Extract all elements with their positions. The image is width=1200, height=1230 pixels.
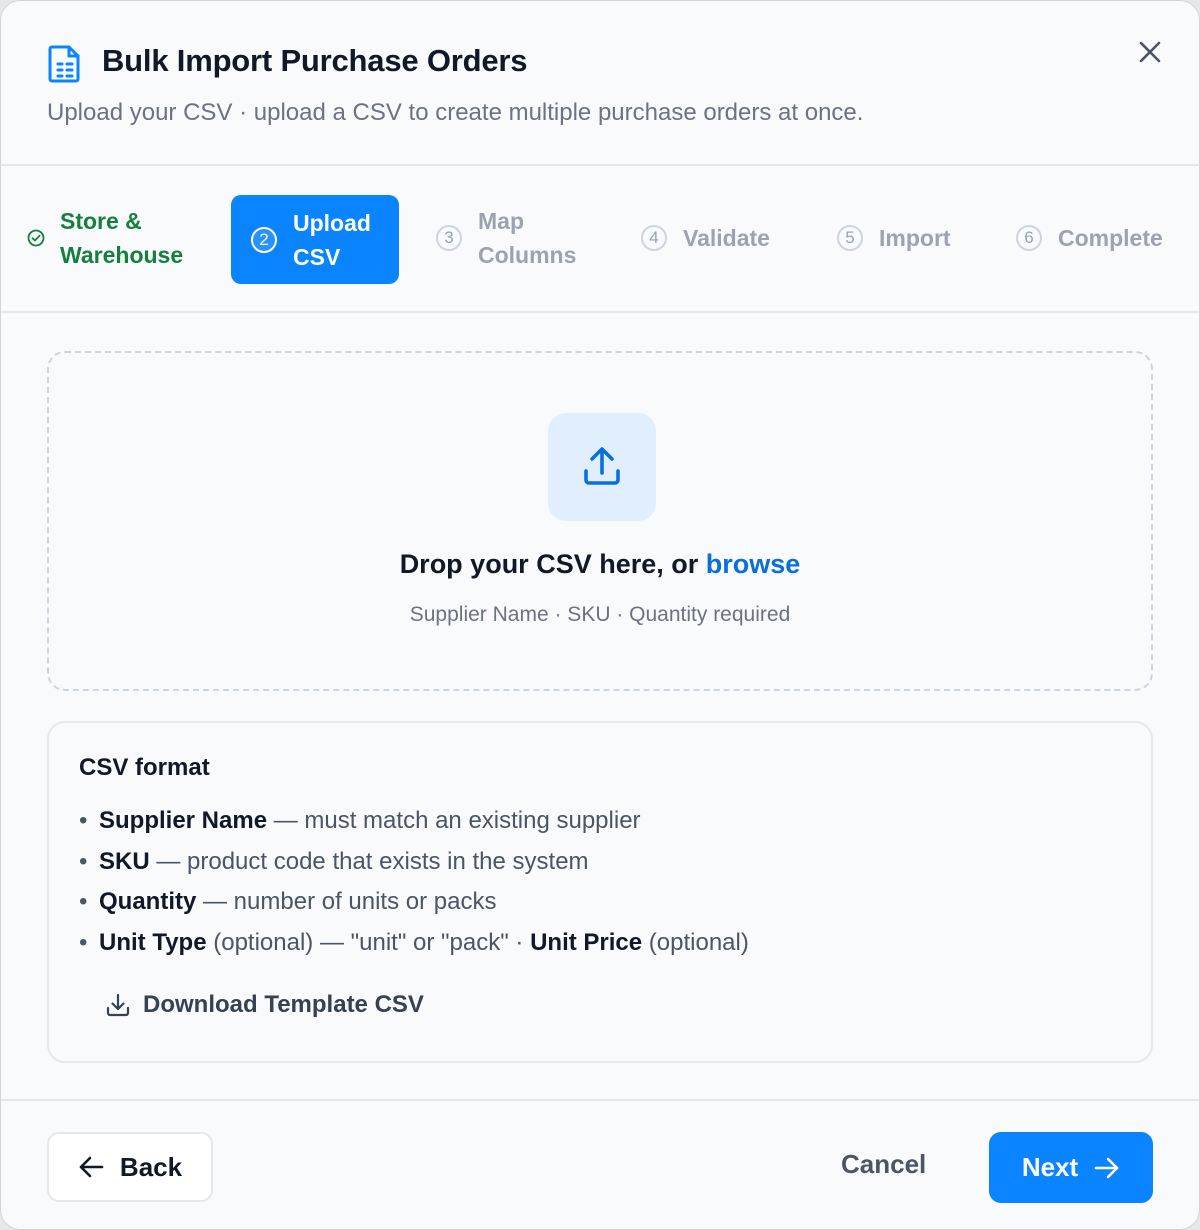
cancel-button[interactable]: Cancel (841, 1149, 926, 1180)
step-number: 6 (1016, 225, 1042, 251)
check-circle-icon (27, 229, 45, 247)
format-list: • Supplier Name — must match an existing … (79, 801, 749, 964)
step-label: Store & Warehouse (60, 208, 184, 268)
step-label: Validate (683, 225, 770, 251)
upload-icon (584, 447, 620, 485)
close-button[interactable] (1131, 33, 1169, 71)
file-spreadsheet-icon (47, 43, 83, 83)
modal-footer: Back Cancel Next (1, 1099, 1199, 1229)
step-label: Import (879, 225, 951, 251)
dropzone-title: Drop your CSV here, or browse (399, 549, 801, 579)
csv-dropzone[interactable]: Drop your CSV here, or browse Supplier N… (47, 351, 1153, 691)
download-icon (106, 993, 130, 1017)
arrow-left-icon (79, 1156, 104, 1178)
list-item: • Supplier Name — must match an existing … (79, 807, 641, 834)
arrow-right-icon (1094, 1157, 1119, 1178)
step-number: 2 (251, 226, 277, 253)
step-number: 5 (837, 225, 863, 251)
browse-link[interactable]: browse (706, 549, 801, 579)
back-button[interactable]: Back (47, 1132, 213, 1202)
step-number: 3 (436, 225, 462, 251)
download-template-button[interactable]: Download Template CSV (105, 991, 424, 1019)
step-upload-csv[interactable]: 2 Upload CSV (231, 195, 399, 284)
step-complete[interactable]: 6 Complete (1016, 221, 1163, 255)
step-label: Upload CSV (293, 209, 371, 270)
step-validate[interactable]: 4 Validate (641, 221, 770, 255)
modal-header: Bulk Import Purchase Orders Upload your … (1, 1, 1199, 166)
csv-format-panel: CSV format • Supplier Name — must match a… (47, 721, 1153, 1063)
list-item: • SKU — product code that exists in the s… (79, 847, 589, 875)
step-import[interactable]: 5 Import (837, 221, 951, 255)
format-title: CSV format (79, 754, 210, 781)
next-button[interactable]: Next (989, 1132, 1153, 1203)
step-label: Complete (1058, 225, 1163, 251)
modal-title: Bulk Import Purchase Orders (102, 43, 528, 78)
list-item: • Unit Type (optional) — "unit" or "pack"… (79, 929, 749, 957)
modal-subtitle: Upload your CSV · upload a CSV to create… (47, 99, 864, 126)
dropzone-hint: Supplier Name · SKU · Quantity required (409, 603, 791, 626)
step-store-warehouse[interactable]: Store & Warehouse (27, 204, 183, 272)
step-label: Map Columns (478, 208, 577, 268)
bulk-import-modal: Bulk Import Purchase Orders Upload your … (0, 0, 1200, 1230)
import-stepper: Store & Warehouse 2 Upload CSV 3 Map Column… (1, 166, 1199, 313)
step-number: 4 (641, 225, 667, 251)
upload-icon-box (548, 413, 656, 521)
list-item: • Quantity — number of units or packs (79, 888, 497, 916)
close-icon (1139, 41, 1161, 63)
step-map-columns[interactable]: 3 Map Columns (436, 204, 576, 272)
